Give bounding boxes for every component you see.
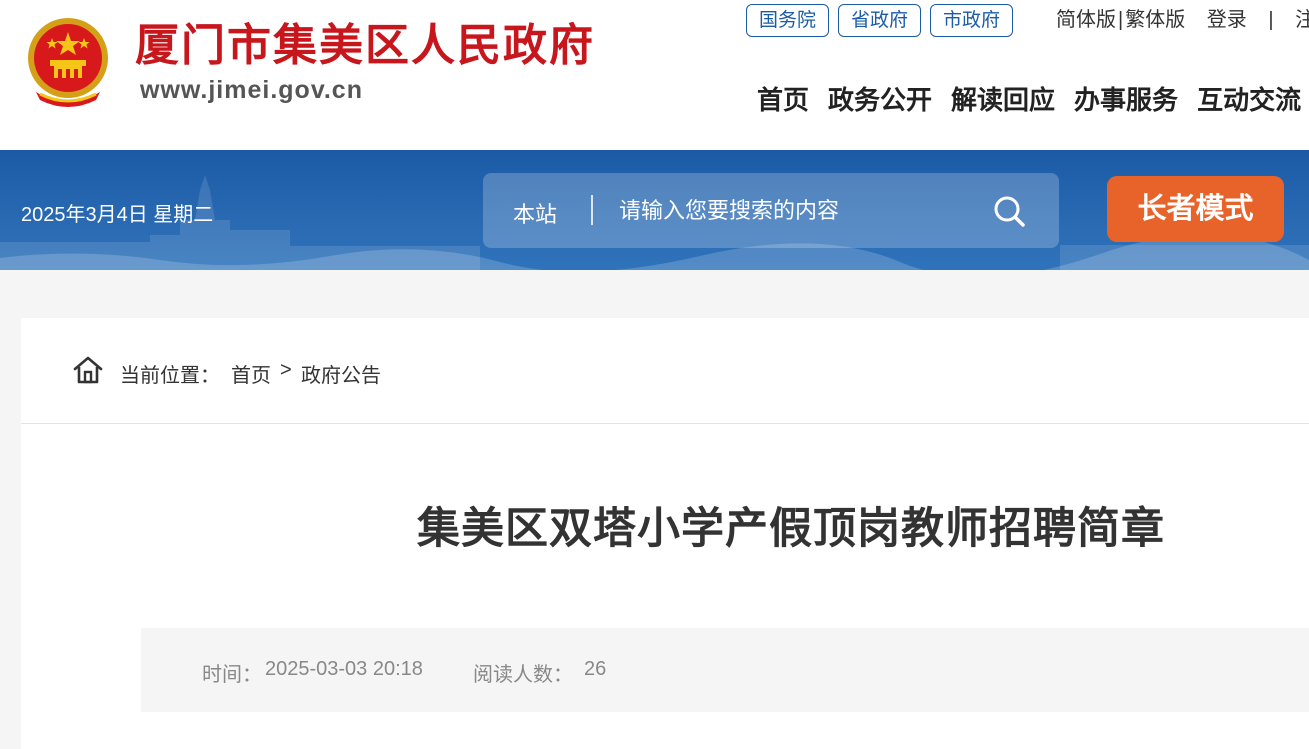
publish-time: 2025-03-03 20:18 [265,658,423,680]
nav-item-interaction[interactable]: 互动交流 [1197,80,1301,120]
breadcrumb: 当前位置： 首页 > 政府公告 [21,318,1309,424]
breadcrumb-label: 当前位置： [120,365,220,387]
nav-item-interpretation[interactable]: 解读回应 [951,80,1055,120]
search-box: 本站 [483,173,1059,248]
top-utility-links: 简体版 | 繁体版 登录 | 注 [1056,6,1309,34]
read-count: 26 [584,658,607,680]
simplified-link[interactable]: 简体版 [1056,6,1116,34]
site-header: 厦门市集美区人民政府 www.jimei.gov.cn 国务院 省政府 市政府 … [0,0,1309,150]
gov-links: 国务院 省政府 市政府 [746,4,1014,37]
nav-item-gov-affairs[interactable]: 政务公开 [828,80,932,120]
search-input[interactable] [619,193,969,229]
site-url: www.jimei.gov.cn [140,76,363,104]
nav-item-services[interactable]: 办事服务 [1074,80,1178,120]
divider [591,195,593,225]
read-count-label: 阅读人数： [473,664,573,686]
breadcrumb-home[interactable]: 首页 [231,359,271,388]
gov-link-province[interactable]: 省政府 [838,4,922,37]
main-nav: 首页 政务公开 解读回应 办事服务 互动交流 [757,80,1301,120]
divider: | [1268,9,1274,31]
article-title: 集美区双塔小学产假顶岗教师招聘简章 [417,505,1165,553]
register-link[interactable]: 注 [1295,6,1309,34]
publish-time-label: 时间： [202,664,262,686]
traditional-link[interactable]: 繁体版 [1125,6,1185,34]
search-scope-select[interactable]: 本站 [513,197,557,229]
national-emblem-icon[interactable] [22,14,114,110]
breadcrumb-current[interactable]: 政府公告 [301,359,381,388]
breadcrumb-separator: > [280,359,292,381]
current-date: 2025年3月4日 星期二 [21,204,214,226]
search-icon[interactable] [991,193,1027,229]
article-meta: 时间： 2025-03-03 20:18 阅读人数： 26 [141,628,1309,712]
nav-item-home[interactable]: 首页 [757,80,809,120]
elder-mode-button[interactable]: 长者模式 [1107,176,1284,242]
home-icon [73,356,103,384]
divider: | [1118,9,1124,31]
gov-link-state-council[interactable]: 国务院 [746,4,830,37]
search-banner: 2025年3月4日 星期二 本站 长者模式 [0,150,1309,270]
login-link[interactable]: 登录 [1207,6,1247,34]
gov-link-city[interactable]: 市政府 [930,4,1014,37]
site-title[interactable]: 厦门市集美区人民政府 [135,18,595,74]
article-card: 当前位置： 首页 > 政府公告 集美区双塔小学产假顶岗教师招聘简章 时间： 20… [21,318,1309,749]
